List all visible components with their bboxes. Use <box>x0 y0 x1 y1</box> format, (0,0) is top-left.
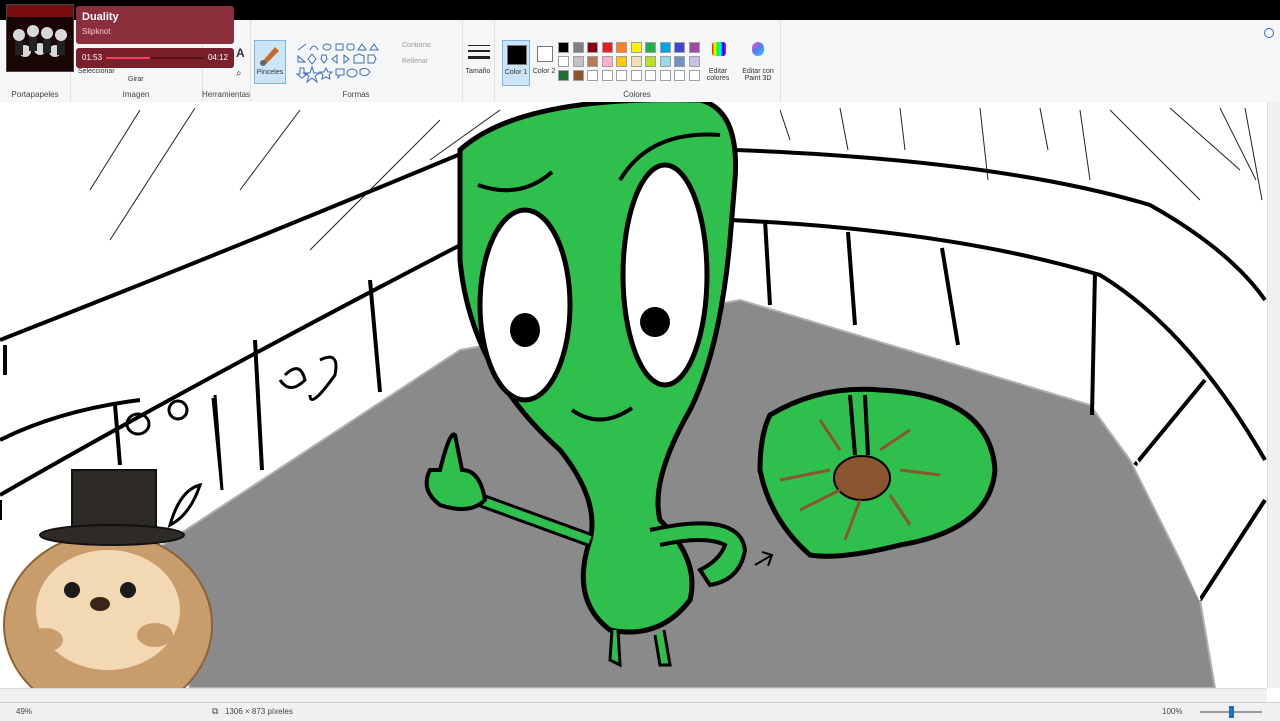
left-zoom-readout: 49% <box>16 707 33 716</box>
drawing-artwork <box>0 102 1267 688</box>
palette-swatch[interactable] <box>630 42 642 53</box>
palette-swatch[interactable] <box>587 70 598 81</box>
palette-swatch[interactable] <box>630 56 642 67</box>
magnifier-icon[interactable]: ⌕ <box>236 68 242 79</box>
palette-swatch[interactable] <box>645 56 656 67</box>
color-palette <box>558 42 708 86</box>
song-title: Duality <box>82 11 119 23</box>
palette-swatch[interactable] <box>572 70 584 81</box>
progress-fill <box>106 57 151 59</box>
status-bar: 49% ⧉ 1306 × 873 píxeles 100% <box>0 702 1280 721</box>
brush-icon <box>260 47 279 66</box>
shapes-group: Pinceles Contorno Rellenar Formas <box>250 20 463 102</box>
ribbon-help-icon[interactable] <box>1264 28 1274 38</box>
progress-bar[interactable] <box>106 57 204 59</box>
palette-swatch[interactable] <box>587 56 598 67</box>
palette-swatch[interactable] <box>616 42 627 53</box>
media-overlay: Duality Slipknot 01:53 04:12 <box>6 4 234 72</box>
text-tool-icon[interactable]: A <box>236 46 245 60</box>
color1-button[interactable]: Color 1 <box>502 40 530 86</box>
color1-label: Color 1 <box>504 69 528 76</box>
shapes-label: Formas <box>342 90 370 99</box>
palette-swatch[interactable] <box>659 56 671 67</box>
palette-swatch[interactable] <box>688 42 700 53</box>
edit-colors-label: Editar colores <box>706 68 730 82</box>
image-label: Imagen <box>122 90 150 99</box>
palette-swatch[interactable] <box>674 70 685 81</box>
palette-swatch[interactable] <box>587 42 598 53</box>
size-group[interactable]: Tamaño <box>462 20 495 102</box>
album-cover <box>6 4 74 72</box>
palette-swatch[interactable] <box>601 42 613 53</box>
total-time: 04:12 <box>207 53 228 62</box>
shapes-gallery-icon[interactable] <box>296 42 396 84</box>
paint3d-label: Editar con Paint 3D <box>742 68 774 82</box>
palette-swatch[interactable] <box>601 56 613 67</box>
palette-swatch[interactable] <box>674 56 685 67</box>
song-artist: Slipknot <box>82 27 111 36</box>
rotate-button[interactable]: Girar <box>128 76 144 83</box>
paint3d-button[interactable]: Editar con Paint 3D <box>738 42 778 86</box>
now-playing-box: Duality Slipknot <box>76 6 234 44</box>
palette-swatch[interactable] <box>558 70 569 81</box>
brushes-label: Pinceles <box>256 69 284 76</box>
outline-button[interactable]: Contorno <box>402 42 431 49</box>
palette-swatch[interactable] <box>630 70 642 81</box>
palette-swatch[interactable] <box>674 42 685 53</box>
palette-swatch[interactable] <box>601 70 613 81</box>
clipboard-label: Portapapeles <box>11 90 59 99</box>
fill-button[interactable]: Rellenar <box>402 58 428 65</box>
colors-group: Color 1 Color 2 Editar colores Editar co… <box>494 20 781 102</box>
palette-swatch[interactable] <box>645 42 656 53</box>
palette-swatch[interactable] <box>572 42 584 53</box>
album-art-image <box>7 5 73 71</box>
tools-label: Herramientas <box>202 90 251 99</box>
palette-swatch[interactable] <box>558 42 569 53</box>
image-dimensions: 1306 × 873 píxeles <box>225 707 293 716</box>
drawing-canvas[interactable] <box>0 102 1267 688</box>
colors-label: Colores <box>623 90 651 99</box>
zoom-slider-thumb[interactable] <box>1229 706 1234 718</box>
color-wheel-icon <box>712 42 726 56</box>
line-size-icon <box>468 45 490 59</box>
horizontal-scrollbar[interactable] <box>0 688 1267 703</box>
color2-swatch <box>537 46 553 62</box>
palette-swatch[interactable] <box>659 70 671 81</box>
color2-label: Color 2 <box>532 68 556 75</box>
palette-swatch[interactable] <box>659 42 671 53</box>
vertical-scrollbar[interactable] <box>1267 102 1280 688</box>
elapsed-time: 01:53 <box>82 53 103 62</box>
size-label: Tamaño <box>465 68 491 75</box>
resize-icon: ⧉ <box>212 706 219 716</box>
palette-swatch[interactable] <box>688 70 700 81</box>
palette-swatch[interactable] <box>688 56 700 67</box>
palette-swatch[interactable] <box>616 56 627 67</box>
zoom-level: 100% <box>1162 707 1183 716</box>
paint3d-icon <box>752 42 764 56</box>
brushes-button[interactable]: Pinceles <box>254 40 286 84</box>
palette-swatch[interactable] <box>645 70 656 81</box>
palette-swatch[interactable] <box>616 70 627 81</box>
color2-button[interactable]: Color 2 <box>532 40 556 86</box>
color1-swatch <box>507 45 527 65</box>
playback-box: 01:53 04:12 <box>76 48 234 68</box>
palette-swatch[interactable] <box>572 56 584 67</box>
palette-swatch[interactable] <box>558 56 569 67</box>
edit-colors-button[interactable]: Editar colores <box>706 42 730 86</box>
zoom-slider[interactable] <box>1200 706 1262 718</box>
